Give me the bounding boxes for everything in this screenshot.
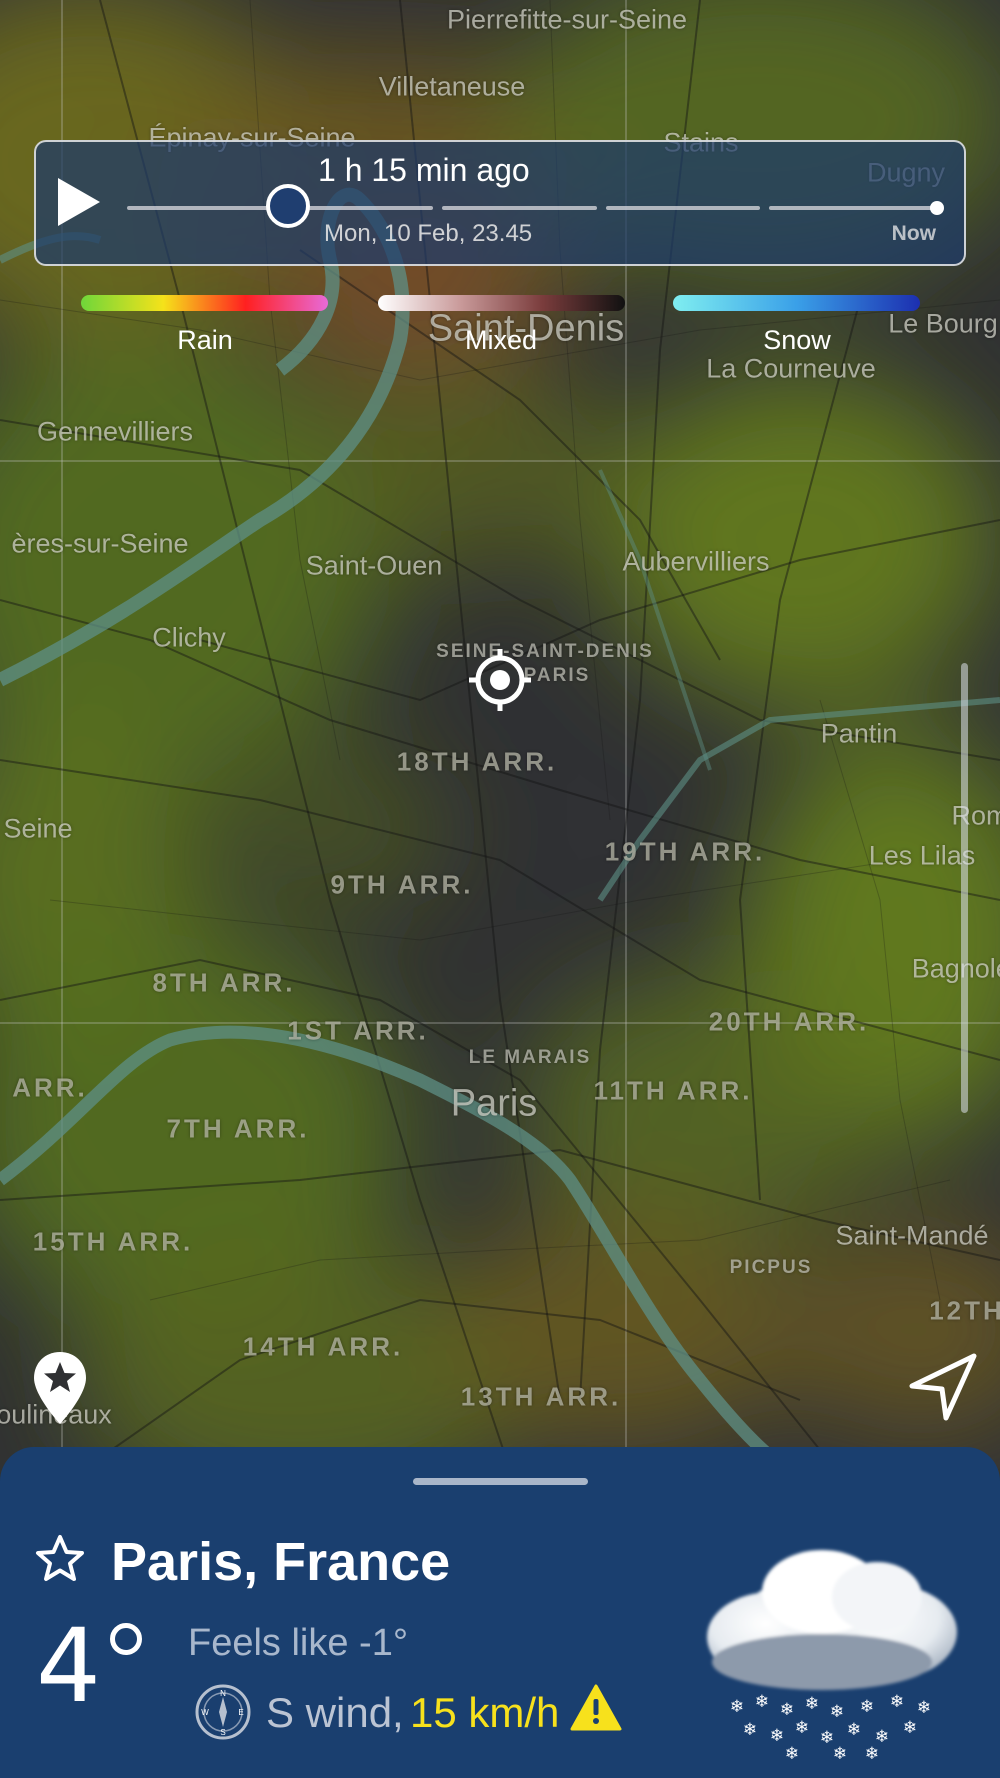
sheet-drag-handle[interactable] bbox=[413, 1478, 588, 1485]
svg-text:❄: ❄ bbox=[865, 1744, 879, 1762]
weather-bottom-sheet[interactable]: Paris, France 4 Feels like -1° N W E S S… bbox=[0, 1447, 1000, 1778]
svg-text:❄: ❄ bbox=[917, 1698, 931, 1718]
svg-text:❄: ❄ bbox=[730, 1697, 744, 1717]
navigation-arrow-icon[interactable] bbox=[906, 1350, 980, 1424]
map-place-label: 14TH ARR. bbox=[242, 1331, 404, 1362]
svg-text:❄: ❄ bbox=[795, 1718, 809, 1738]
map-place-label: Le Bourg bbox=[888, 308, 998, 339]
map-place-label: LE MARAIS bbox=[468, 1047, 592, 1068]
map-place-label: 15TH ARR. bbox=[32, 1226, 194, 1257]
favorite-pin-icon[interactable] bbox=[31, 1350, 89, 1426]
svg-text:❄: ❄ bbox=[830, 1702, 844, 1722]
timeline-track-segment[interactable] bbox=[769, 206, 933, 210]
legend-rain-label: Rain bbox=[177, 325, 233, 355]
legend-mixed-bar bbox=[378, 295, 625, 311]
map-place-label: Seine bbox=[3, 813, 73, 844]
star-outline-icon[interactable] bbox=[34, 1533, 86, 1585]
svg-text:N: N bbox=[220, 1689, 226, 1698]
map-place-label: 7TH ARR. bbox=[166, 1113, 310, 1144]
map-place-label: 8TH ARR. bbox=[152, 967, 296, 998]
map-place-label: 19TH ARR. bbox=[604, 836, 766, 867]
map-place-label: Bagnolet bbox=[911, 953, 1000, 984]
map-place-label: Villetaneuse bbox=[378, 71, 526, 102]
timeline-now-label[interactable]: Now bbox=[892, 222, 936, 246]
map-place-label: Pantin bbox=[820, 718, 898, 749]
timeline-relative-time: 1 h 15 min ago bbox=[318, 152, 530, 188]
map-place-label: 12TH bbox=[929, 1295, 1000, 1326]
map-place-label: Saint-Mandé bbox=[835, 1220, 989, 1251]
play-icon[interactable] bbox=[58, 178, 100, 226]
location-name[interactable]: Paris, France bbox=[111, 1531, 450, 1593]
timeline-date: Mon, 10 Feb, 23.45 bbox=[324, 220, 533, 247]
timeline-slider-knob[interactable] bbox=[266, 184, 311, 228]
legend-rain-bar bbox=[81, 295, 328, 311]
svg-text:❄: ❄ bbox=[780, 1700, 794, 1720]
wind-speed: 15 km/h bbox=[410, 1689, 560, 1736]
snow-cloud-icon: ❄ ❄ ❄ ❄ ❄ ❄ ❄ ❄❄ ❄ ❄ ❄ ❄ ❄ ❄ ❄ ❄ ❄ bbox=[707, 1550, 957, 1762]
svg-text:❄: ❄ bbox=[903, 1718, 917, 1738]
map-place-label: 13TH ARR. bbox=[460, 1381, 622, 1412]
timeline-track-segment[interactable] bbox=[442, 206, 597, 210]
svg-text:❄: ❄ bbox=[860, 1697, 874, 1717]
map-place-label: Pierrefitte-sur-Seine bbox=[446, 4, 688, 35]
svg-text:❄: ❄ bbox=[770, 1726, 784, 1746]
svg-text:❄: ❄ bbox=[833, 1744, 847, 1762]
map-place-label: ARR. bbox=[12, 1072, 88, 1103]
wind-direction: S wind, bbox=[266, 1689, 404, 1736]
feels-like-temperature: Feels like -1° bbox=[188, 1622, 409, 1664]
svg-text:❄: ❄ bbox=[743, 1720, 757, 1740]
radar-timeline-panel: 1 h 15 min ago Mon, 10 Feb, 23.45 Now bbox=[34, 140, 966, 266]
svg-text:W: W bbox=[201, 1708, 209, 1717]
map-place-label: Les Lilas bbox=[868, 840, 976, 871]
compass-icon: N W E S bbox=[195, 1684, 251, 1740]
map-place-label: 20TH ARR. bbox=[708, 1006, 870, 1037]
svg-text:❄: ❄ bbox=[805, 1694, 819, 1714]
map-place-label: Rom bbox=[951, 800, 1000, 831]
map-place-label: Paris bbox=[450, 1082, 538, 1125]
map-place-label: ères-sur-Seine bbox=[11, 528, 189, 559]
map-place-label: Gennevilliers bbox=[36, 416, 194, 447]
svg-text:❄: ❄ bbox=[785, 1744, 799, 1762]
map-place-label: 9TH ARR. bbox=[330, 869, 474, 900]
map-place-label: 18TH ARR. bbox=[396, 746, 558, 777]
legend-snow-label: Snow bbox=[763, 325, 831, 355]
map-place-label: Clichy bbox=[152, 622, 226, 653]
legend-mixed-label: Mixed bbox=[464, 325, 538, 355]
map-zoom-scrollbar[interactable] bbox=[961, 663, 968, 1113]
degree-symbol bbox=[110, 1623, 142, 1655]
timeline-track-segment[interactable] bbox=[606, 206, 760, 210]
svg-text:S: S bbox=[220, 1728, 225, 1737]
my-location-crosshair-icon[interactable] bbox=[467, 647, 533, 713]
svg-text:❄: ❄ bbox=[890, 1692, 904, 1712]
legend-snow-bar bbox=[673, 295, 920, 311]
map-place-label: 11TH ARR. bbox=[593, 1075, 753, 1106]
map-place-label: Saint-Ouen bbox=[305, 550, 443, 581]
map-place-label: Aubervilliers bbox=[622, 546, 770, 577]
current-temperature: 4 bbox=[36, 1607, 101, 1726]
map-place-label: 1ST ARR. bbox=[287, 1015, 429, 1046]
timeline-now-marker[interactable] bbox=[930, 201, 944, 215]
svg-text:❄: ❄ bbox=[847, 1720, 861, 1740]
warning-icon[interactable] bbox=[570, 1683, 622, 1733]
svg-text:E: E bbox=[238, 1708, 243, 1717]
map-place-label: PARIS bbox=[523, 665, 591, 686]
map-place-label: PICPUS bbox=[729, 1257, 813, 1278]
svg-text:❄: ❄ bbox=[755, 1692, 769, 1712]
map-place-label: La Courneuve bbox=[706, 353, 876, 384]
